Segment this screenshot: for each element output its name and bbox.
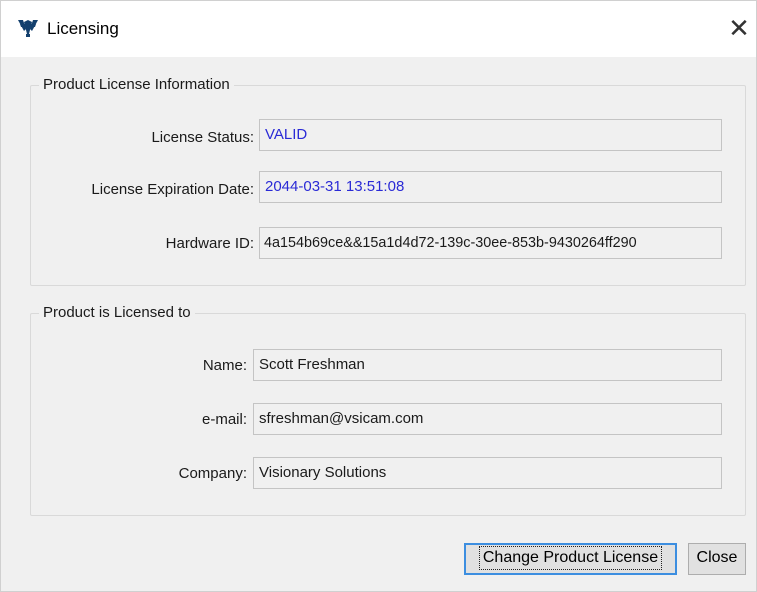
close-button[interactable]: Close bbox=[688, 543, 746, 575]
vsi-logo-icon bbox=[18, 20, 38, 37]
name-field: Scott Freshman bbox=[253, 349, 722, 381]
group-legend-license-info: Product License Information bbox=[39, 75, 234, 95]
license-expiration-field: 2044-03-31 13:51:08 bbox=[259, 171, 722, 203]
close-window-icon[interactable]: ✕ bbox=[726, 13, 752, 43]
email-label: e-mail: bbox=[201, 411, 247, 428]
name-label: Name: bbox=[202, 357, 247, 374]
company-field: Visionary Solutions bbox=[253, 457, 722, 489]
license-status-field: VALID bbox=[259, 119, 722, 151]
company-label: Company: bbox=[178, 465, 247, 482]
license-status-label: License Status: bbox=[151, 129, 254, 146]
email-field: sfreshman@vsicam.com bbox=[253, 403, 722, 435]
title-bar[interactable]: Licensing ✕ bbox=[1, 1, 756, 57]
hardware-id-field: 4a154b69ce&&15a1d4d72-139c-30ee-853b-943… bbox=[259, 227, 722, 259]
group-legend-licensed-to: Product is Licensed to bbox=[39, 303, 195, 323]
licensing-dialog: Licensing ✕ Product License Information … bbox=[0, 0, 757, 592]
hardware-id-label: Hardware ID: bbox=[165, 235, 254, 252]
change-product-license-button[interactable]: Change Product License bbox=[464, 543, 677, 575]
license-expiration-label: License Expiration Date: bbox=[91, 181, 254, 198]
window-title: Licensing bbox=[47, 19, 119, 38]
change-product-license-label: Change Product License bbox=[478, 546, 663, 570]
